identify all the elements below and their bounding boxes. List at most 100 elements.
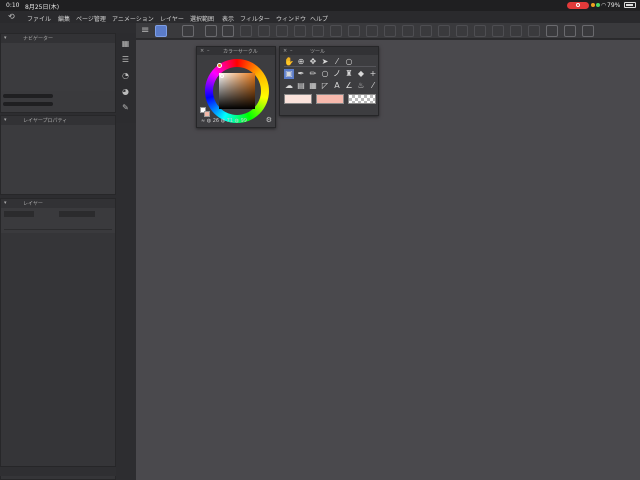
gear-icon[interactable]: ⚙ <box>266 116 272 124</box>
select-icon[interactable]: ▣ <box>284 69 294 79</box>
menu-help[interactable]: ヘルプ <box>310 14 328 23</box>
hsv-mode-icon[interactable]: ≈ <box>201 118 205 124</box>
search-layer-icon[interactable]: ◕ <box>120 87 131 97</box>
menu-page[interactable]: ページ管理 <box>76 14 106 23</box>
undo-button[interactable] <box>312 25 324 37</box>
screen-record-indicator[interactable] <box>567 2 589 9</box>
gradient-icon[interactable]: ♨ <box>356 81 366 91</box>
palette-close-icon[interactable]: × <box>200 48 204 54</box>
sub-color-swatch[interactable] <box>204 111 210 117</box>
settings-button[interactable] <box>294 25 306 37</box>
device-button[interactable] <box>582 25 594 37</box>
pencil-icon[interactable]: ✏ <box>308 69 318 79</box>
palette-minimize-icon[interactable]: – <box>207 48 210 54</box>
palette-minimize-icon[interactable]: – <box>290 48 293 54</box>
invert-selection-button[interactable] <box>474 25 486 37</box>
redo-button[interactable] <box>330 25 342 37</box>
hue-ring[interactable] <box>205 59 269 123</box>
app-menu-icon[interactable]: ⟲ <box>8 12 15 21</box>
layer-list[interactable] <box>1 233 115 479</box>
tool-palette: × – ツール ✋ ⊕ ✥ ➤ ⁄ ○ ▣ ✒ ✏ ○ ノ ♜ ◆ + ☁ ▤ … <box>279 46 379 116</box>
value-value: 99 <box>240 118 247 124</box>
export-button[interactable] <box>258 25 270 37</box>
plus-icon[interactable]: + <box>368 69 378 79</box>
grid-button[interactable] <box>528 25 540 37</box>
menu-window[interactable]: ウィンドウ <box>276 14 306 23</box>
simple-mode-toggle[interactable] <box>155 25 167 37</box>
navigator-palette: ▾ ナビゲーター <box>0 33 116 113</box>
airbrush-icon[interactable]: ♜ <box>344 69 354 79</box>
paste-button[interactable] <box>384 25 396 37</box>
hue-marker[interactable] <box>217 63 222 68</box>
cut-button[interactable] <box>348 25 360 37</box>
list-icon[interactable]: ☰ <box>120 55 131 65</box>
saturation-value-square[interactable] <box>219 73 255 109</box>
copy-button[interactable] <box>366 25 378 37</box>
menu-view[interactable]: 表示 <box>222 14 234 23</box>
mic-indicator-icon <box>591 3 595 7</box>
layer-property-palette: ▾ レイヤープロパティ <box>0 115 116 195</box>
layer-palette: ▾ レイヤー <box>0 198 116 480</box>
palette-collapse-icon[interactable]: ▾ <box>4 35 7 41</box>
companion-mode-button[interactable] <box>564 25 576 37</box>
wifi-icon: ◠ <box>601 2 607 9</box>
history-icon[interactable]: ◔ <box>120 71 131 81</box>
deselect-button[interactable] <box>456 25 468 37</box>
transparent-color-chip[interactable] <box>348 94 376 104</box>
layer-property-body <box>1 125 115 194</box>
fill-icon[interactable]: ◆ <box>356 69 366 79</box>
blend-mode-select[interactable] <box>4 211 34 217</box>
zoom-slider[interactable] <box>3 94 53 98</box>
draw-color-chip-sub[interactable] <box>316 94 344 104</box>
menu-layer[interactable]: レイヤー <box>160 14 184 23</box>
layer-toolbar <box>4 223 112 230</box>
fill-selection-button[interactable] <box>420 25 432 37</box>
rotate-slider[interactable] <box>3 102 53 106</box>
menu-selection[interactable]: 選択範囲 <box>190 14 214 23</box>
figure-icon[interactable]: ▦ <box>308 81 318 91</box>
color-circle-header: × – カラーサークル <box>197 47 275 55</box>
balloon-icon[interactable]: ∠ <box>344 81 354 91</box>
pen-icon[interactable]: ✒ <box>296 69 306 79</box>
brush-icon[interactable]: ノ <box>332 69 342 79</box>
menu-bar: ⟲ ファイル 編集 ページ管理 アニメーション レイヤー 選択範囲 表示 フィル… <box>0 11 640 23</box>
frame-icon[interactable]: ◸ <box>320 81 330 91</box>
brush-settings-icon[interactable]: ✎ <box>120 103 131 113</box>
hamburger-icon[interactable]: ≡ <box>141 25 149 37</box>
ruler-button[interactable] <box>510 25 522 37</box>
clear-button[interactable] <box>402 25 414 37</box>
navigator-preview[interactable] <box>1 43 115 91</box>
material-icon[interactable]: ▦ <box>120 39 131 49</box>
blend-icon[interactable]: ⁄ <box>368 81 378 91</box>
palette-close-icon[interactable]: × <box>283 48 287 54</box>
menu-filter[interactable]: フィルター <box>240 14 270 23</box>
menu-animation[interactable]: アニメーション <box>112 14 154 23</box>
tool-separator <box>284 66 376 67</box>
new-file-button[interactable] <box>205 25 217 37</box>
decoration-icon[interactable]: ☁ <box>284 81 294 91</box>
sv-marker[interactable] <box>220 74 224 78</box>
navigator-header: ▾ ナビゲーター <box>1 34 115 43</box>
palette-collapse-icon[interactable]: ▾ <box>4 117 7 123</box>
layer-title: レイヤー <box>23 201 43 207</box>
menu-edit[interactable]: 編集 <box>58 14 70 23</box>
touch-gesture-button[interactable] <box>546 25 558 37</box>
print-button[interactable] <box>276 25 288 37</box>
eraser-icon[interactable]: ▤ <box>296 81 306 91</box>
transform-button[interactable] <box>438 25 450 37</box>
layer-bottom-bar <box>0 466 116 476</box>
opacity-slider[interactable] <box>59 211 95 217</box>
save-button[interactable] <box>240 25 252 37</box>
status-bar: 0:10 8月25日(木) ◠ 79% <box>0 0 640 11</box>
menu-file[interactable]: ファイル <box>27 14 51 23</box>
snap-button[interactable] <box>492 25 504 37</box>
text-icon[interactable]: A <box>332 81 342 91</box>
palette-icon-strip: ▦ ☰ ◔ ◕ ✎ <box>116 33 136 123</box>
open-button[interactable] <box>222 25 234 37</box>
sub-tool-button[interactable] <box>182 25 194 37</box>
saturation-value: 71 <box>226 118 234 124</box>
draw-color-chip-main[interactable] <box>284 94 312 104</box>
circle-icon[interactable]: ○ <box>320 69 330 79</box>
palette-collapse-icon[interactable]: ▾ <box>4 200 7 206</box>
color-circle-palette: × – カラーサークル ≈ ◍ 26 ◍ 71 ◍ 99 ⚙ <box>196 46 276 128</box>
